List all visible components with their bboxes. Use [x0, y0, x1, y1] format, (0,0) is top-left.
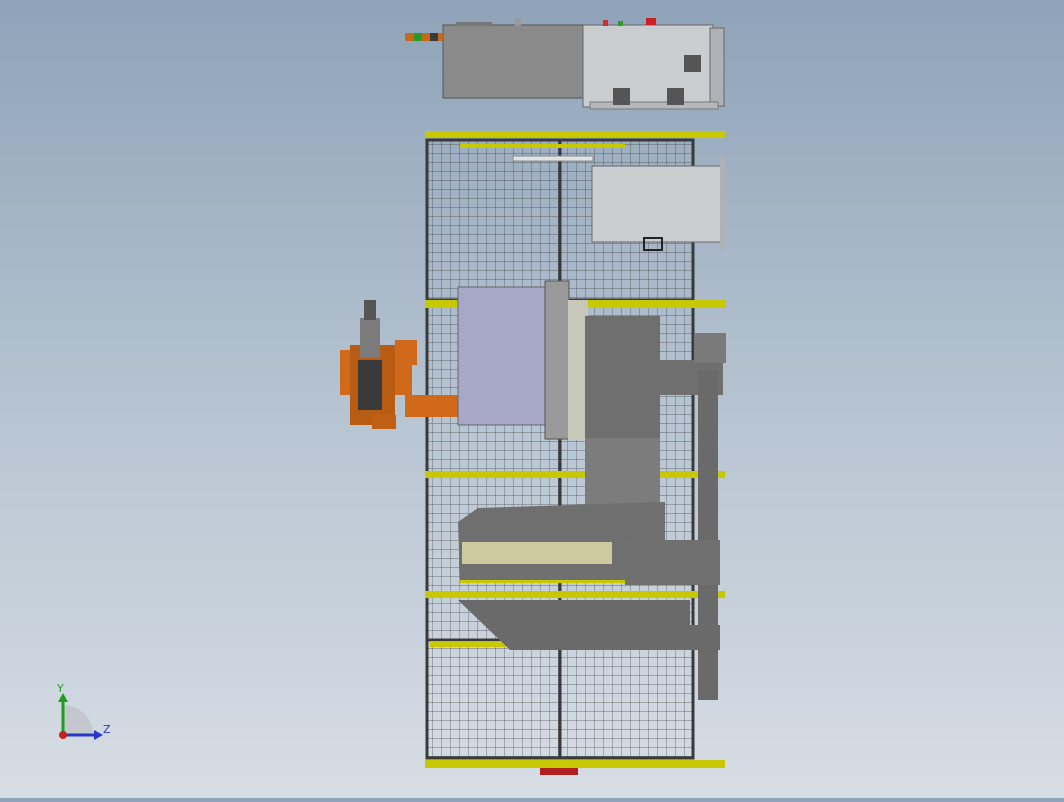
qr-code-icon — [667, 88, 684, 105]
qr-code-icon — [684, 55, 701, 72]
qr-code-icon — [613, 88, 630, 105]
control-cabinet[interactable] — [442, 18, 725, 110]
coordinate-triad: Y Z — [56, 682, 111, 740]
x-axis-dot — [59, 731, 67, 739]
model-canvas[interactable]: Y Z — [0, 0, 1064, 798]
base-marker — [540, 768, 578, 775]
z-axis-label: Z — [103, 723, 111, 736]
cad-viewport[interactable]: Y Z — [0, 0, 1064, 798]
y-axis-label: Y — [56, 682, 64, 695]
signal-tower[interactable] — [405, 33, 443, 41]
